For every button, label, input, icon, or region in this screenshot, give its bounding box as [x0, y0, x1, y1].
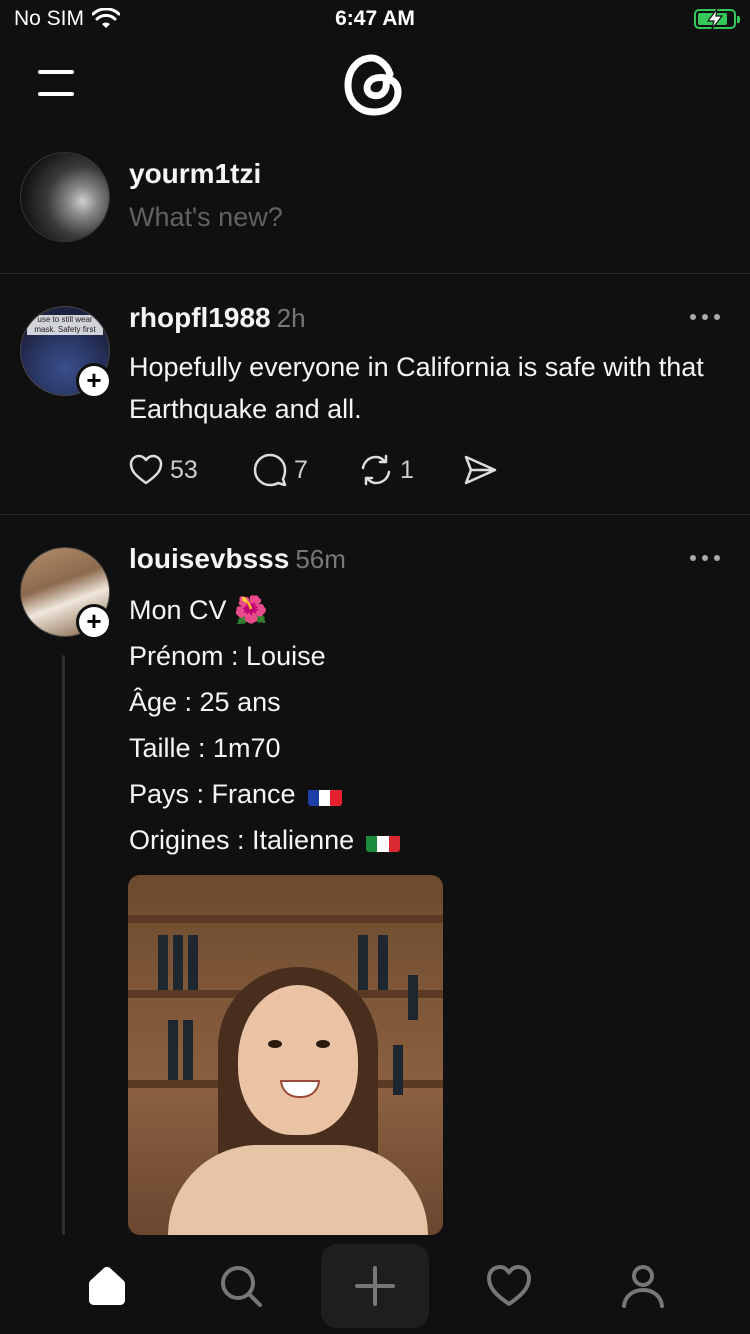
- home-icon: [89, 1266, 125, 1305]
- compose-input[interactable]: [129, 202, 689, 233]
- search-icon: [221, 1266, 262, 1307]
- like-button[interactable]: 53: [128, 450, 198, 490]
- post-username[interactable]: rhopfl1988: [129, 302, 271, 333]
- menu-button[interactable]: [38, 70, 74, 98]
- battery-cap: [737, 16, 740, 23]
- follow-plus-button[interactable]: +: [76, 363, 112, 399]
- like-count: 53: [170, 455, 198, 484]
- screen: No SIM 6:47 AM yourm1tzi us: [0, 0, 750, 1334]
- follow-plus-button[interactable]: +: [76, 604, 112, 640]
- photo-eye: [316, 1040, 330, 1048]
- cv-line-text: Prénom : Louise: [129, 641, 326, 671]
- france-flag-icon: [307, 782, 342, 806]
- thread-line: [62, 655, 65, 1235]
- cv-line-text: Âge : 25 ans: [129, 687, 281, 717]
- book: [188, 935, 198, 990]
- cv-line: Origines : Italienne: [129, 817, 729, 863]
- post-actions: 53 7 1: [128, 450, 548, 490]
- status-bar: No SIM 6:47 AM: [0, 0, 750, 42]
- post-header: rhopfl1988 2h: [129, 302, 306, 334]
- tab-bar: [0, 1236, 750, 1334]
- cv-line-text: Mon CV 🌺: [129, 595, 268, 625]
- heart-icon: [129, 454, 163, 485]
- book: [408, 975, 418, 1020]
- more-options-button[interactable]: [690, 310, 720, 324]
- repost-icon: [361, 454, 391, 486]
- book: [158, 935, 168, 990]
- post-photo[interactable]: [128, 875, 443, 1235]
- cv-line-text: Taille : 1m70: [129, 733, 281, 763]
- charging-bolt-icon: [706, 8, 724, 30]
- post-header: louisevbsss 56m: [129, 543, 346, 575]
- photo-face: [238, 985, 358, 1135]
- cv-line-text: Origines : Italienne: [129, 825, 355, 855]
- reply-button[interactable]: 7: [252, 450, 308, 490]
- book: [393, 1045, 403, 1095]
- repost-count: 1: [400, 455, 414, 484]
- post-text: Hopefully everyone in California is safe…: [129, 352, 704, 424]
- cv-line: Taille : 1m70: [129, 725, 729, 771]
- tab-home[interactable]: [53, 1244, 161, 1328]
- reply-count: 7: [294, 455, 308, 484]
- post-time: 2h: [276, 303, 306, 333]
- hamburger-icon-bottom: [38, 92, 74, 96]
- book: [168, 1020, 178, 1080]
- italy-flag-icon: [366, 828, 401, 852]
- thread-post: + louisevbsss 56m Mon CV 🌺 Prénom : Louis…: [0, 515, 750, 1235]
- tab-create[interactable]: [321, 1244, 429, 1328]
- my-avatar[interactable]: [20, 152, 110, 242]
- thread-post: use to still wear mask. Safety first + r…: [0, 274, 750, 515]
- post-text: Mon CV 🌺 Prénom : Louise Âge : 25 ans Ta…: [129, 587, 729, 863]
- photo-shoulders: [168, 1145, 428, 1235]
- cv-line-text: Pays : France: [129, 779, 296, 809]
- tab-profile[interactable]: [589, 1244, 697, 1328]
- tab-activity[interactable]: [455, 1244, 563, 1328]
- book: [358, 935, 368, 990]
- book: [173, 935, 183, 990]
- cv-line: Mon CV 🌺: [129, 587, 729, 633]
- book: [183, 1020, 193, 1080]
- profile-icon: [622, 1265, 664, 1308]
- threads-logo-icon[interactable]: [342, 52, 406, 118]
- repost-button[interactable]: 1: [358, 450, 414, 490]
- cv-line: Pays : France: [129, 771, 729, 817]
- send-icon: [464, 455, 497, 485]
- battery-icon: [694, 8, 740, 30]
- more-options-button[interactable]: [690, 551, 720, 565]
- cv-line: Âge : 25 ans: [129, 679, 729, 725]
- post-username[interactable]: louisevbsss: [129, 543, 289, 574]
- book: [378, 935, 388, 990]
- hamburger-icon: [38, 70, 74, 74]
- status-time: 6:47 AM: [335, 7, 415, 30]
- cv-line: Prénom : Louise: [129, 633, 729, 679]
- comment-icon: [253, 453, 287, 487]
- share-button[interactable]: [462, 450, 498, 490]
- composer[interactable]: yourm1tzi: [0, 140, 750, 274]
- activity-icon: [487, 1265, 531, 1306]
- photo-eye: [268, 1040, 282, 1048]
- avatar-caption: use to still wear mask. Safety first: [27, 315, 103, 335]
- composer-username: yourm1tzi: [129, 158, 262, 189]
- tab-search[interactable]: [187, 1244, 295, 1328]
- create-icon: [355, 1266, 395, 1306]
- shelf: [128, 915, 443, 923]
- post-time: 56m: [295, 544, 346, 574]
